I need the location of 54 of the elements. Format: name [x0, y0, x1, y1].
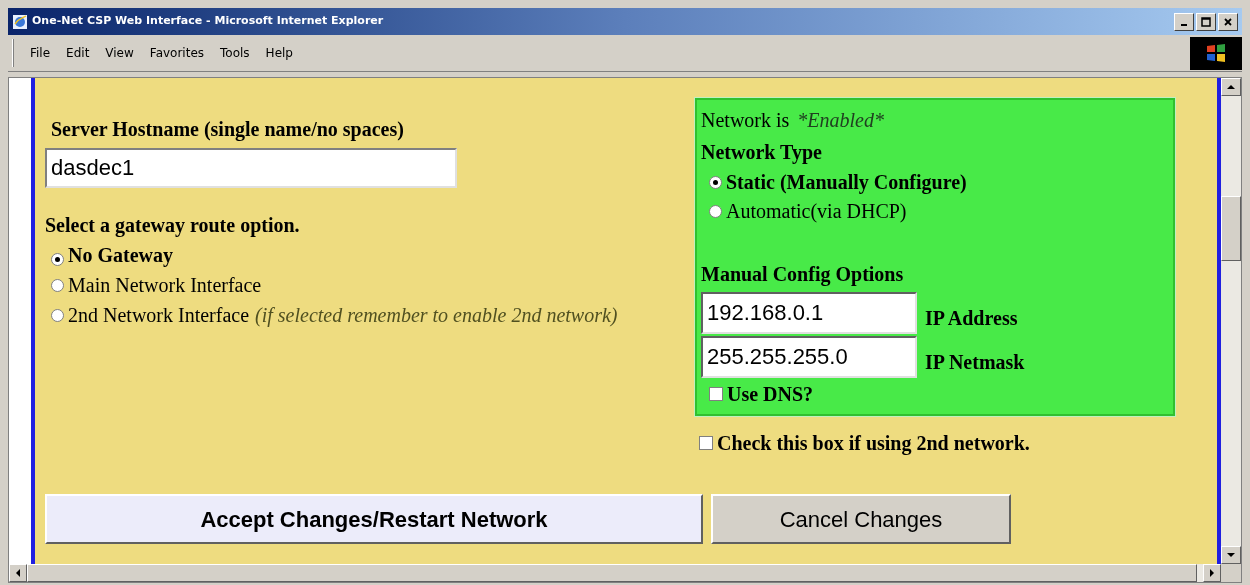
gateway-option-label: No Gateway: [68, 244, 173, 266]
ip-field-label: IP Netmask: [925, 350, 1025, 375]
scroll-down-button[interactable]: [1221, 546, 1241, 564]
network-type-option: Automatic(via DHCP): [726, 197, 907, 226]
minimize-icon: [1181, 23, 1187, 26]
network-type-label: Network Type: [701, 140, 823, 166]
ip-field[interactable]: 255.255.255.0: [701, 336, 917, 378]
menu-item[interactable]: Edit: [66, 44, 90, 62]
scroll-thumb[interactable]: [1221, 196, 1241, 261]
manual-config-label: Manual Config Options: [701, 262, 905, 288]
ip-field[interactable]: 192.168.0.1: [701, 292, 917, 334]
radio-button[interactable]: [709, 205, 722, 218]
scroll-thumb[interactable]: [27, 564, 1197, 582]
scroll-up-button[interactable]: [1221, 78, 1241, 96]
hostname-field[interactable]: dasdec1: [45, 148, 457, 188]
checkbox[interactable]: [709, 387, 723, 401]
throbber-logo: [1190, 36, 1242, 70]
maximize-button[interactable]: [1196, 12, 1216, 31]
checkbox[interactable]: [699, 436, 713, 450]
minimize-button[interactable]: [1174, 12, 1194, 31]
menu-item[interactable]: Favorites: [149, 44, 205, 62]
gateway-option-label: 2nd Network Interface: [68, 304, 250, 326]
close-button[interactable]: [1218, 12, 1238, 31]
menu-item[interactable]: Tools: [220, 44, 250, 62]
network-status: *Enabled*: [797, 109, 884, 131]
second-network-label: Check this box if using 2nd network.: [717, 431, 1030, 457]
accept-button[interactable]: Accept Changes/Restart Network: [45, 494, 703, 544]
network-type-option: Static (Manually Configure): [726, 168, 967, 197]
radio-button[interactable]: [709, 176, 722, 189]
scrollbar-corner: [1221, 564, 1241, 582]
scroll-left-button[interactable]: [9, 564, 27, 582]
gateway-option-label: Main Network Interface: [68, 274, 262, 296]
left-arrow-icon: [15, 569, 21, 577]
menu-item[interactable]: File: [30, 44, 51, 62]
ip-field-label: IP Address: [925, 306, 1018, 331]
maximize-icon: [1201, 16, 1211, 27]
gateway-option-note: (if selected remember to enable 2nd network): [255, 304, 618, 326]
radio-button[interactable]: [51, 309, 64, 322]
menu-item[interactable]: View: [105, 44, 134, 62]
right-arrow-icon: [1209, 569, 1215, 577]
scroll-right-button[interactable]: [1203, 564, 1221, 582]
up-arrow-icon: [1227, 84, 1235, 90]
window-title: One-Net CSP Web Interface - Microsoft Internet Explorer: [32, 13, 385, 30]
network-status-label: Network is: [701, 109, 790, 131]
gateway-label: Select a gateway route option.: [45, 213, 301, 239]
radio-button[interactable]: [51, 253, 64, 266]
down-arrow-icon: [1227, 552, 1235, 558]
close-icon: [1223, 16, 1233, 27]
menu-item[interactable]: Help: [265, 44, 293, 62]
radio-button[interactable]: [51, 279, 64, 292]
browser-icon: [12, 13, 28, 30]
dns-label: Use DNS?: [727, 382, 814, 407]
hostname-label: Server Hostname (single name/no spaces): [51, 117, 405, 143]
cancel-button[interactable]: Cancel Changes: [711, 494, 1011, 544]
